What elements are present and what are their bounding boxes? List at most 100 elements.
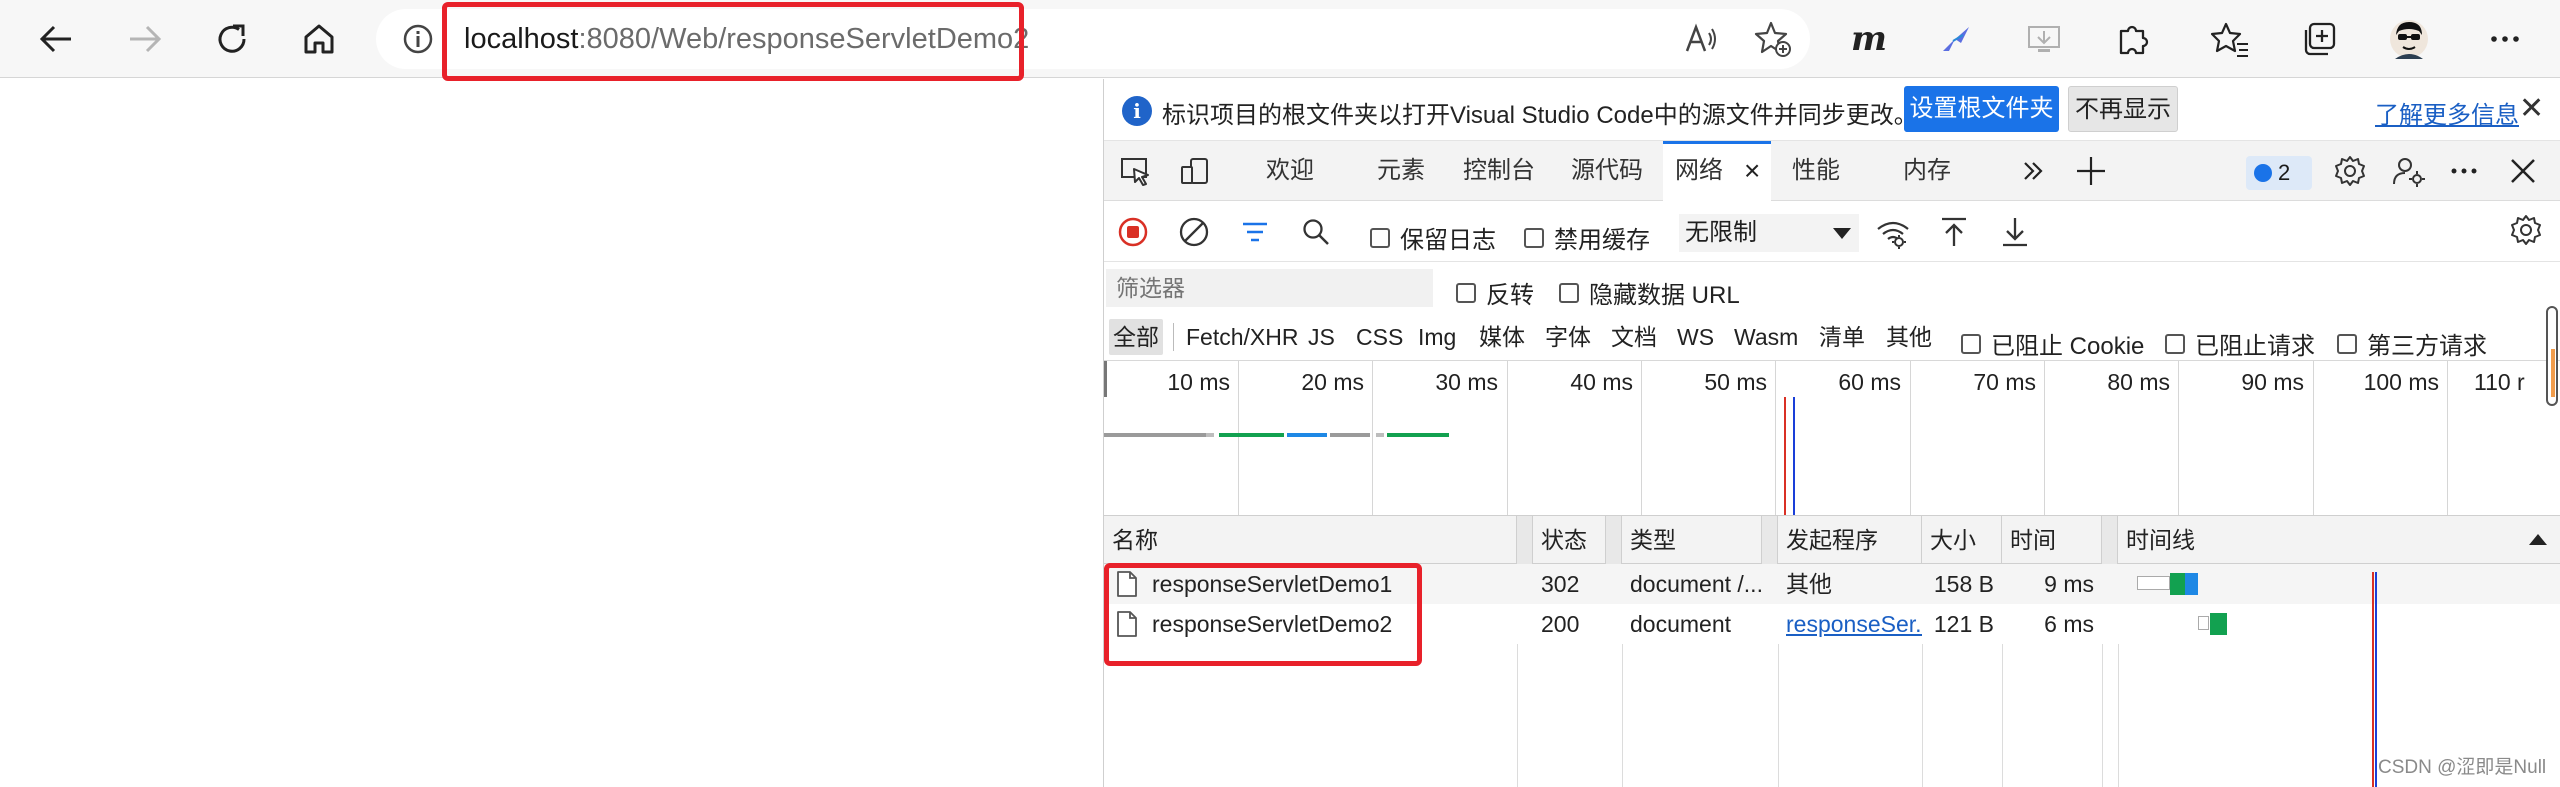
tab-memory[interactable]: 内存 — [1903, 141, 1951, 201]
type-js[interactable]: JS — [1304, 319, 1339, 355]
record-button[interactable] — [1116, 215, 1150, 249]
overview-gridline — [1641, 361, 1642, 515]
devtools-settings-button[interactable] — [2332, 153, 2368, 189]
request-initiator-link[interactable]: responseSer... — [1778, 604, 1922, 644]
learn-more-link[interactable]: 了解更多信息 — [2375, 95, 2519, 130]
type-ws[interactable]: WS — [1673, 319, 1718, 355]
search-button[interactable] — [1299, 215, 1333, 249]
column-resizer[interactable] — [1762, 516, 1778, 564]
forward-button[interactable] — [117, 12, 173, 66]
extension-m-button[interactable]: m — [1844, 14, 1894, 64]
requests-table-header: 名称 状态 类型 发起程序 大小 时间 时间线 — [1104, 516, 2560, 564]
type-all[interactable]: 全部 — [1109, 319, 1163, 355]
type-media[interactable]: 媒体 — [1475, 319, 1529, 355]
add-tab-button[interactable] — [2072, 152, 2110, 190]
column-name[interactable]: 名称 — [1104, 516, 1517, 564]
tab-welcome[interactable]: 欢迎 — [1266, 141, 1314, 201]
filter-icon — [1243, 222, 1267, 242]
add-favorite-button[interactable] — [1748, 14, 1798, 64]
column-resizer[interactable] — [1517, 516, 1533, 564]
waterfall-load-line — [2375, 572, 2377, 787]
throttling-select[interactable]: 无限制 — [1679, 214, 1859, 252]
devtools-more-button[interactable] — [2446, 153, 2482, 189]
request-time: 9 ms — [2044, 571, 2094, 597]
overview-start-handle[interactable] — [1104, 361, 1107, 397]
extension-screen-button[interactable] — [2019, 14, 2069, 64]
profile-button[interactable] — [2384, 14, 2434, 64]
collections-button[interactable] — [2294, 14, 2344, 64]
requests-highlight-box — [1104, 563, 1422, 666]
hide-data-urls-checkbox[interactable]: 隐藏数据 URL — [1559, 275, 1740, 310]
inspect-element-button[interactable] — [1119, 154, 1153, 188]
request-type: document /... — [1630, 571, 1763, 597]
type-img[interactable]: Img — [1414, 319, 1460, 355]
type-other[interactable]: 其他 — [1882, 319, 1936, 355]
request-size: 121 B — [1933, 611, 1994, 637]
invert-label: 反转 — [1486, 282, 1534, 309]
column-status[interactable]: 状态 — [1533, 516, 1606, 564]
column-resizer[interactable] — [1606, 516, 1622, 564]
infobar-close-icon[interactable]: ✕ — [2519, 91, 2544, 126]
refresh-button[interactable] — [204, 12, 260, 66]
dont-show-again-button[interactable]: 不再显示 — [2068, 86, 2178, 132]
back-button[interactable] — [28, 12, 84, 66]
column-type[interactable]: 类型 — [1622, 516, 1762, 564]
search-icon — [1303, 219, 1329, 245]
type-fetch-xhr[interactable]: Fetch/XHR — [1182, 319, 1302, 355]
preserve-log-checkbox[interactable]: 保留日志 — [1370, 220, 1496, 255]
filter-toggle-button[interactable] — [1238, 215, 1272, 249]
favorites-button[interactable] — [2205, 14, 2255, 64]
type-css[interactable]: CSS — [1352, 319, 1407, 355]
network-overview[interactable]: 10 ms 20 ms 30 ms 40 ms 50 ms 60 ms 70 m… — [1104, 361, 2560, 516]
clear-button[interactable] — [1177, 215, 1211, 249]
customize-button[interactable] — [2391, 153, 2427, 189]
extensions-button[interactable] — [2108, 14, 2158, 64]
column-waterfall[interactable]: 时间线 — [2118, 516, 2560, 564]
type-manifest[interactable]: 清单 — [1815, 319, 1869, 355]
type-separator — [1173, 323, 1174, 351]
type-font[interactable]: 字体 — [1541, 319, 1595, 355]
set-root-folder-button[interactable]: 设置根文件夹 — [1904, 86, 2059, 132]
blocked-cookies-checkbox[interactable]: 已阻止 Cookie — [1961, 326, 2144, 361]
request-status: 200 — [1541, 611, 1580, 637]
blocked-cookies-label: 已阻止 Cookie — [1991, 333, 2145, 360]
star-add-icon — [1754, 21, 1791, 57]
close-devtools-button[interactable] — [2505, 153, 2541, 189]
import-har-button[interactable] — [1936, 214, 1972, 250]
network-conditions-button[interactable] — [1874, 214, 1912, 252]
disable-cache-checkbox[interactable]: 禁用缓存 — [1524, 220, 1650, 255]
blocked-requests-checkbox[interactable]: 已阻止请求 — [2165, 326, 2315, 361]
tick-label: 80 ms — [2107, 369, 2170, 395]
upload-icon — [1942, 217, 1966, 246]
settings-menu-button[interactable] — [2480, 14, 2530, 64]
column-resizer[interactable] — [2102, 516, 2118, 564]
filter-input[interactable] — [1106, 269, 1433, 307]
third-party-checkbox[interactable]: 第三方请求 — [2337, 326, 2487, 361]
tick-label: 40 ms — [1570, 369, 1633, 395]
checkbox-box — [1961, 333, 1981, 354]
overview-gridline — [1238, 361, 1239, 515]
issues-badge[interactable]: 2 — [2246, 156, 2312, 190]
read-aloud-button[interactable] — [1676, 14, 1726, 64]
network-settings-button[interactable] — [2506, 210, 2546, 250]
more-tabs-button[interactable] — [2016, 154, 2050, 188]
export-har-button[interactable] — [1997, 214, 2033, 250]
more-horizontal-icon — [2451, 168, 2477, 174]
tick-label: 110 r — [2474, 369, 2525, 395]
tab-sources[interactable]: 源代码 — [1571, 141, 1643, 201]
home-button[interactable] — [291, 12, 347, 66]
info-icon[interactable] — [402, 23, 434, 55]
device-icon — [1181, 158, 1208, 184]
column-size[interactable]: 大小 — [1922, 516, 2002, 564]
tab-console[interactable]: 控制台 — [1463, 141, 1535, 201]
close-tab-icon[interactable]: × — [1744, 155, 1760, 187]
column-time[interactable]: 时间 — [2002, 516, 2102, 564]
invert-checkbox[interactable]: 反转 — [1456, 275, 1534, 310]
type-wasm[interactable]: Wasm — [1730, 319, 1802, 355]
column-initiator[interactable]: 发起程序 — [1778, 516, 1922, 564]
tab-elements[interactable]: 元素 — [1377, 141, 1425, 201]
extension-feather-button[interactable] — [1932, 14, 1982, 64]
tab-performance[interactable]: 性能 — [1792, 141, 1840, 201]
device-emulation-button[interactable] — [1178, 154, 1212, 188]
type-doc[interactable]: 文档 — [1607, 319, 1661, 355]
